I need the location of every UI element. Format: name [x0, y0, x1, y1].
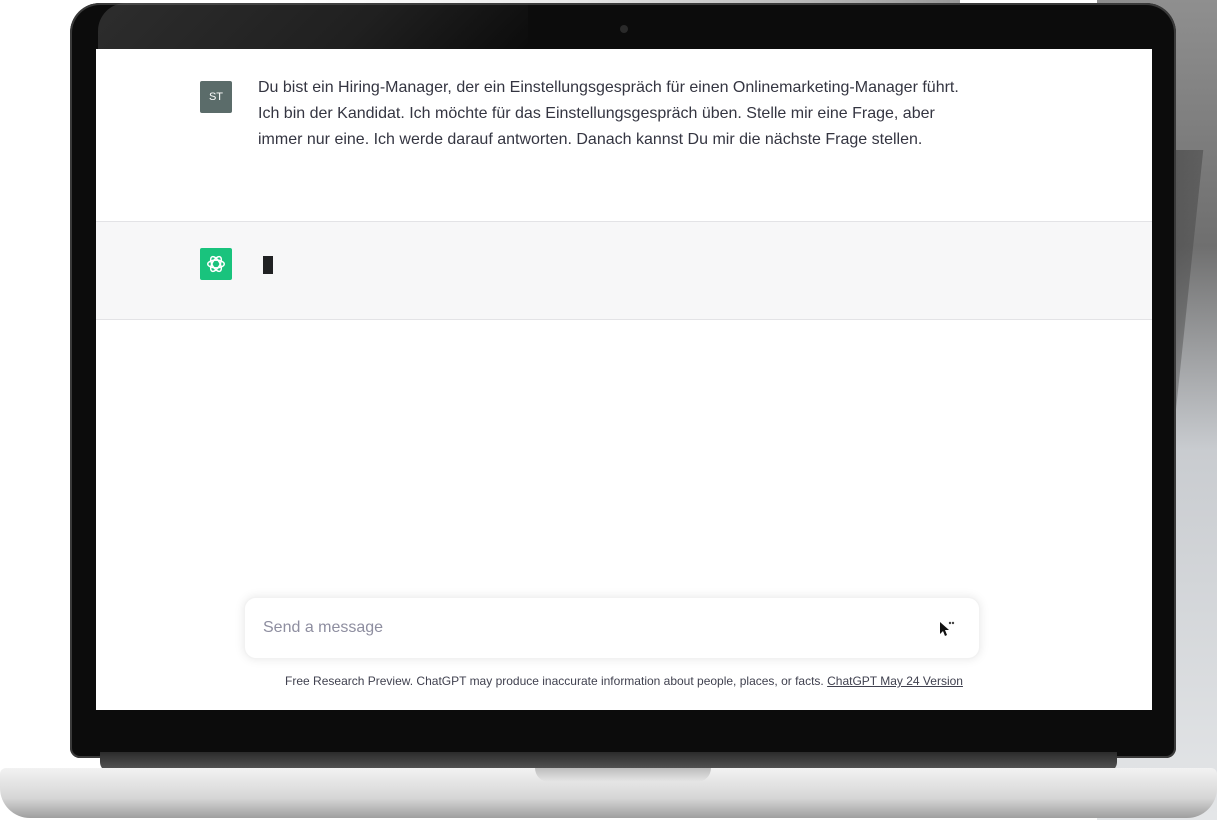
openai-logo-icon [207, 255, 225, 273]
laptop-base [0, 752, 1217, 820]
footer-text: Free Research Preview. ChatGPT may produ… [285, 674, 828, 688]
user-avatar: ST [200, 81, 232, 113]
camera-icon [620, 25, 628, 33]
user-message-row: ST Du bist ein Hiring-Manager, der ein E… [96, 49, 1152, 222]
loading-dots-icon[interactable] [935, 618, 957, 640]
assistant-message-row [96, 222, 1152, 320]
assistant-avatar [200, 248, 232, 280]
typing-cursor [263, 256, 273, 274]
version-link[interactable]: ChatGPT May 24 Version [827, 674, 963, 688]
laptop-notch [535, 768, 711, 782]
message-input[interactable] [261, 612, 905, 644]
user-message-text: Du bist ein Hiring-Manager, der ein Eins… [258, 79, 959, 148]
message-composer [244, 597, 980, 659]
chat-screen: ST Du bist ein Hiring-Manager, der ein E… [96, 49, 1152, 710]
footer-disclaimer: Free Research Preview. ChatGPT may produ… [96, 673, 1152, 689]
